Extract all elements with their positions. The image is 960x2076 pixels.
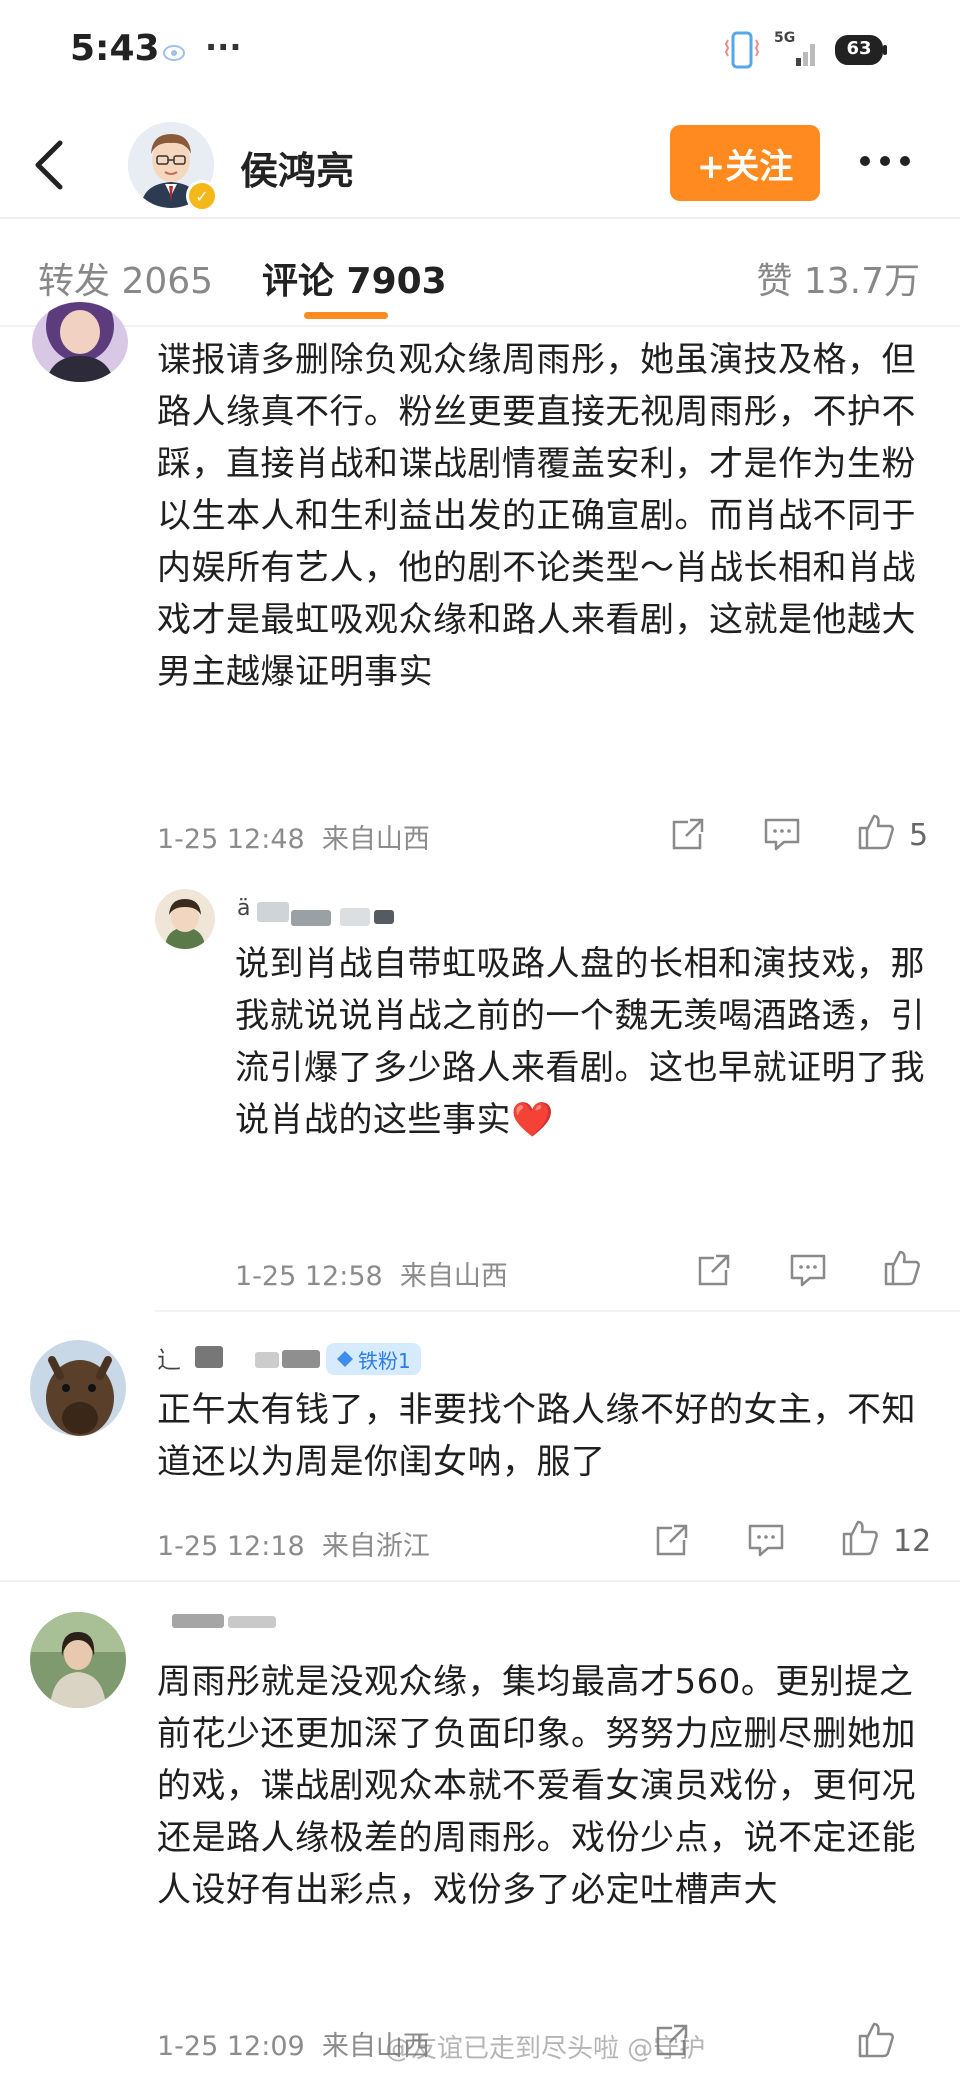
comment-text: 说到肖战自带虹吸路人盘的长相和演技戏，那我就说说肖战之前的一个魏无羡喝酒路透，引… xyxy=(235,944,925,1140)
like-icon[interactable] xyxy=(840,1518,880,1556)
diamond-icon xyxy=(337,1351,353,1367)
like-count: 5 xyxy=(909,818,929,853)
username-blurred xyxy=(257,902,289,922)
reply-icon[interactable] xyxy=(762,816,802,852)
tab-like[interactable]: 赞 13.7万 xyxy=(756,252,920,304)
username-blurred xyxy=(255,1352,279,1368)
battery-icon: 63 xyxy=(834,32,890,68)
username-blurred xyxy=(172,1614,224,1628)
fan-badge-label: 铁粉1 xyxy=(358,1348,411,1373)
divider xyxy=(0,1580,960,1582)
comment-location: 来自浙江 xyxy=(321,1531,430,1562)
tab-repost[interactable]: 转发 2065 xyxy=(38,252,213,304)
username-blurred xyxy=(282,1350,320,1368)
share-icon[interactable] xyxy=(652,1522,692,1558)
active-tab-indicator xyxy=(304,312,388,319)
status-menu-icon: ··· xyxy=(205,28,242,66)
more-options-button[interactable] xyxy=(860,146,930,176)
divider xyxy=(0,217,960,219)
comment-text: 正午太有钱了，非要找个路人缘不好的女主，不知道还以为周是你闺女呐，服了 xyxy=(157,1390,916,1482)
divider xyxy=(155,1310,960,1312)
username-blurred xyxy=(228,1616,276,1628)
comment-text: 谍报请多删除负观众缘周雨彤，她虽演技及格，但路人缘真不行。粉丝更要直接无视周雨彤… xyxy=(157,340,916,692)
fan-badge: 铁粉1 xyxy=(326,1343,421,1375)
dot-icon xyxy=(880,156,890,166)
comment-time: 1-25 12:09 xyxy=(157,2031,305,2062)
comment-meta: 1-25 12:18 来自浙江 xyxy=(157,1524,430,1563)
comment-meta: 1-25 12:58 来自山西 xyxy=(235,1254,508,1293)
username-blurred xyxy=(291,910,331,926)
comment-meta: 1-25 12:48 来自山西 xyxy=(157,817,430,856)
comment-time: 1-25 12:18 xyxy=(157,1531,305,1562)
comment-time: 1-25 12:48 xyxy=(157,824,305,855)
commenter-avatar[interactable] xyxy=(30,1340,126,1436)
dot-icon xyxy=(860,156,870,166)
chevron-left-icon xyxy=(35,140,63,190)
like-count: 12 xyxy=(893,1524,932,1559)
like-icon[interactable] xyxy=(882,1248,922,1286)
username-blurred xyxy=(195,1346,223,1368)
vibrate-icon xyxy=(724,31,760,69)
comment-location: 来自山西 xyxy=(321,824,430,855)
app-notification-icon xyxy=(163,44,185,62)
commenter-avatar[interactable] xyxy=(32,302,128,382)
comment-text: 周雨彤就是没观众缘，集均最高才560。更别提之前花少还更加深了负面印象。努努力应… xyxy=(157,1662,916,1910)
username-blurred xyxy=(340,908,370,926)
divider xyxy=(0,325,960,327)
reply-icon[interactable] xyxy=(746,1522,786,1558)
share-icon[interactable] xyxy=(694,1252,734,1288)
like-icon[interactable] xyxy=(856,812,896,850)
commenter-avatar[interactable] xyxy=(30,1612,126,1708)
watermark: @友谊已走到尽头啦 @守护 xyxy=(385,2034,706,2064)
status-time: 5:43 xyxy=(70,28,160,69)
verified-badge-icon: ✓ xyxy=(186,180,218,212)
comment-location: 来自山西 xyxy=(399,1261,508,1292)
dot-icon xyxy=(900,156,910,166)
comment-time: 1-25 12:58 xyxy=(235,1261,383,1292)
user-name[interactable]: 侯鸿亮 xyxy=(240,140,354,195)
like-icon[interactable] xyxy=(856,2020,896,2058)
signal-icon: 5G xyxy=(774,30,820,70)
back-button[interactable] xyxy=(30,135,70,195)
username-blurred xyxy=(374,910,394,924)
reply-icon[interactable] xyxy=(788,1252,828,1288)
tab-comment[interactable]: 评论 7903 xyxy=(262,252,447,304)
username-prefix: 辶 xyxy=(157,1346,181,1374)
status-icons: 5G 63 xyxy=(724,30,890,70)
share-icon[interactable] xyxy=(668,816,708,852)
follow-button[interactable]: +关注 xyxy=(670,125,820,201)
reply-username-prefix: ä xyxy=(237,896,251,921)
commenter-avatar[interactable] xyxy=(155,889,215,949)
